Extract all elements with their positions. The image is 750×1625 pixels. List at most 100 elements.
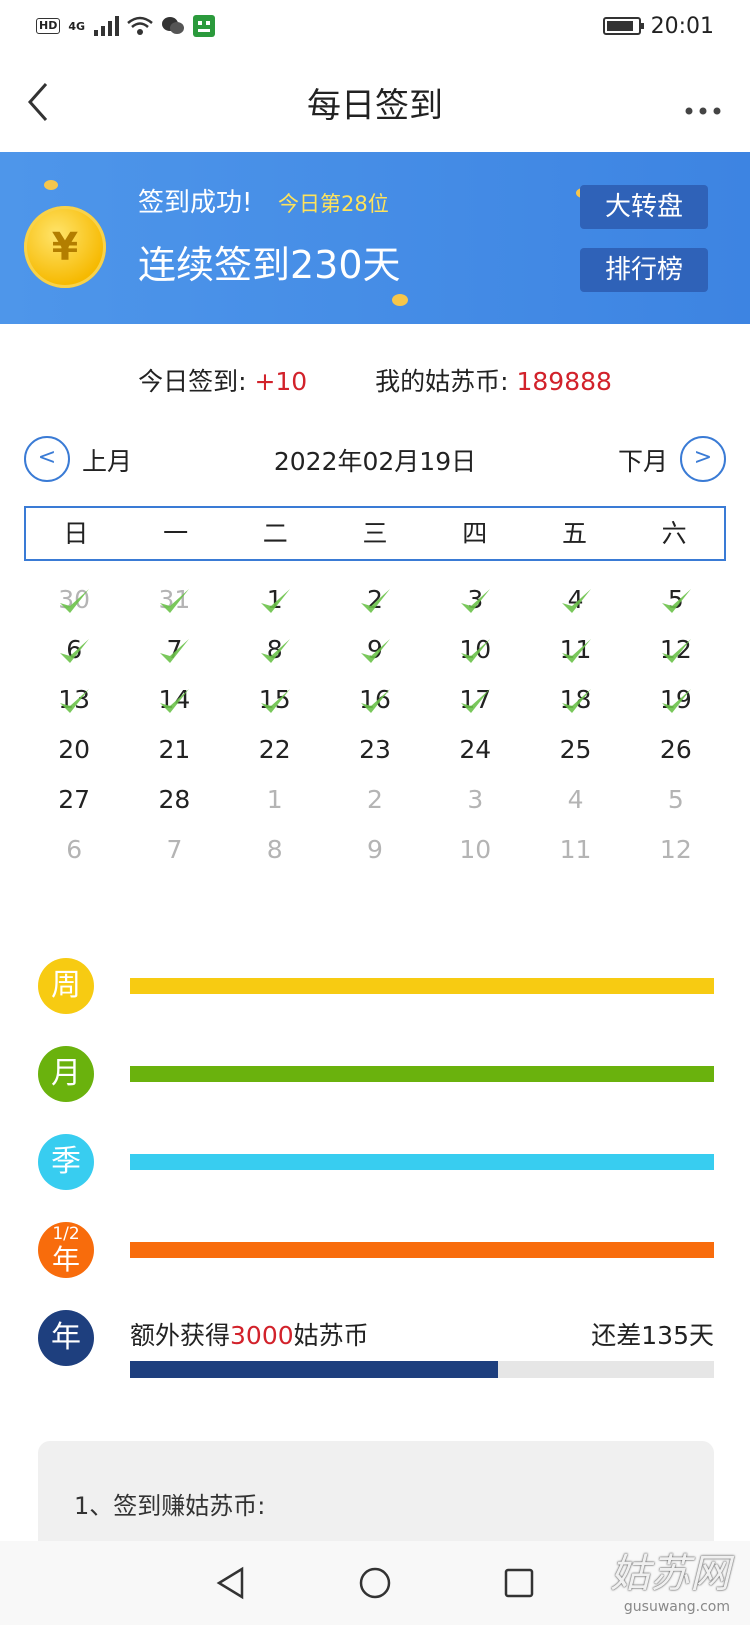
calendar-week-row: 13 14 15 16 17 18 19 — [24, 675, 726, 725]
hd-badge: HD — [36, 18, 61, 34]
calendar-day[interactable]: 25 — [525, 725, 625, 775]
calendar-day[interactable]: 16 — [325, 675, 425, 725]
calendar-day[interactable]: 6 — [24, 825, 124, 875]
calendar-day-number: 7 — [166, 835, 183, 864]
yearly-goal: 年 额外获得3000姑苏币 还差135天 — [0, 1310, 750, 1390]
calendar-day[interactable]: 26 — [626, 725, 726, 775]
calendar-day[interactable]: 1 — [225, 575, 325, 625]
calendar-day[interactable]: 10 — [425, 825, 525, 875]
lucky-wheel-button[interactable]: 大转盘 — [580, 185, 708, 229]
calendar-day-number: 21 — [158, 735, 191, 764]
year-badge: 年 — [38, 1310, 94, 1366]
checked-in-icon — [561, 689, 591, 713]
calendar-day[interactable]: 4 — [525, 775, 625, 825]
app-icon — [193, 15, 216, 37]
leaderboard-button[interactable]: 排行榜 — [580, 248, 708, 292]
calendar-week-row: 6 7 8 9 10 11 12 — [24, 625, 726, 675]
calendar-day[interactable]: 7 — [124, 825, 224, 875]
calendar-day[interactable]: 20 — [24, 725, 124, 775]
calendar-day-number: 8 — [266, 835, 283, 864]
weekday-label: 六 — [661, 519, 687, 548]
calendar-day[interactable]: 4 — [525, 575, 625, 625]
calendar-day[interactable]: 28 — [124, 775, 224, 825]
calendar-day[interactable]: 1 — [225, 775, 325, 825]
clock: 20:01 — [650, 13, 714, 39]
calendar-day[interactable]: 17 — [425, 675, 525, 725]
back-triangle-icon[interactable] — [214, 1566, 248, 1600]
year-days-remaining: 还差135天 — [591, 1321, 714, 1350]
half-year-fraction: 1/2 — [52, 1224, 80, 1244]
calendar-day[interactable]: 5 — [626, 775, 726, 825]
month-badge: 月 — [38, 1046, 94, 1102]
checkin-success-text: 签到成功! — [138, 188, 253, 218]
checked-in-icon — [360, 639, 390, 663]
calendar-week-row: 20 21 22 23 24 25 26 — [24, 725, 726, 775]
year-reward-amount: 3000 — [230, 1321, 294, 1350]
calendar-day[interactable]: 2 — [325, 575, 425, 625]
checked-in-icon — [260, 639, 290, 663]
calendar-day[interactable]: 18 — [525, 675, 625, 725]
half-year-unit: 年 — [51, 1243, 80, 1276]
home-circle-icon[interactable] — [358, 1566, 392, 1600]
calendar-day[interactable]: 5 — [626, 575, 726, 625]
calendar-day[interactable]: 22 — [225, 725, 325, 775]
calendar-day-number: 10 — [459, 835, 492, 864]
next-month-label[interactable]: 下月 — [618, 442, 668, 478]
calendar-day[interactable]: 8 — [225, 825, 325, 875]
calendar-day[interactable]: 7 — [124, 625, 224, 675]
checked-in-icon — [160, 689, 190, 713]
calendar-day-number: 6 — [66, 835, 83, 864]
calendar-day[interactable]: 24 — [425, 725, 525, 775]
month-navigation: < 上月 2022年02月19日 下月 > — [0, 436, 750, 486]
calendar-day[interactable]: 3 — [425, 575, 525, 625]
streak-days: 连续签到230天 — [138, 243, 401, 287]
checked-in-icon — [561, 589, 591, 613]
recents-square-icon[interactable] — [502, 1566, 536, 1600]
year-progress-fill — [130, 1361, 498, 1378]
quarter-progress-bar — [130, 1154, 714, 1170]
more-dots-icon — [685, 107, 721, 115]
more-button[interactable] — [684, 90, 722, 123]
calendar-day[interactable]: 8 — [225, 625, 325, 675]
calendar-day[interactable]: 11 — [525, 825, 625, 875]
calendar-day[interactable]: 2 — [325, 775, 425, 825]
coin-icon: ¥ — [24, 206, 106, 288]
year-progress-track — [130, 1361, 714, 1378]
month-progress-bar — [130, 1066, 714, 1082]
weekday-label: 五 — [561, 519, 587, 548]
system-navigation-bar: 姑苏网 gusuwang.com — [0, 1541, 750, 1625]
calendar-day[interactable]: 9 — [325, 625, 425, 675]
calendar-day[interactable]: 6 — [24, 625, 124, 675]
calendar-day-number: 27 — [58, 785, 91, 814]
calendar-day[interactable]: 31 — [124, 575, 224, 625]
calendar-day[interactable]: 12 — [626, 825, 726, 875]
calendar-day[interactable]: 3 — [425, 775, 525, 825]
calendar-day[interactable]: 30 — [24, 575, 124, 625]
rule-item: 1、签到赚姑苏币: — [74, 1492, 266, 1520]
monthly-goal: 月 — [0, 1046, 750, 1106]
calendar-day[interactable]: 27 — [24, 775, 124, 825]
calendar-day[interactable]: 23 — [325, 725, 425, 775]
checkin-summary: 今日签到: +10 我的姑苏币: 189888 — [0, 362, 750, 398]
calendar-day[interactable]: 21 — [124, 725, 224, 775]
calendar-day[interactable]: 13 — [24, 675, 124, 725]
calendar-day[interactable]: 14 — [124, 675, 224, 725]
calendar-day-number: 4 — [567, 785, 584, 814]
checked-in-icon — [60, 589, 90, 613]
checked-in-icon — [60, 689, 90, 713]
calendar-day[interactable]: 9 — [325, 825, 425, 875]
page-title: 每日签到 — [307, 86, 443, 126]
coin-dot — [392, 294, 408, 306]
calendar-day[interactable]: 19 — [626, 675, 726, 725]
quarterly-goal: 季 — [0, 1134, 750, 1194]
calendar-week-row: 30 31 1 2 3 4 5 — [24, 575, 726, 625]
year-reward-post: 姑苏币 — [293, 1321, 369, 1350]
calendar-day[interactable]: 15 — [225, 675, 325, 725]
calendar-day-number: 2 — [367, 785, 383, 814]
weekday-header: 日 一 二 三 四 五 六 — [24, 506, 726, 561]
calendar-day-number: 28 — [158, 785, 191, 814]
calendar-day[interactable]: 11 — [525, 625, 625, 675]
calendar-day[interactable]: 10 — [425, 625, 525, 675]
next-month-button[interactable]: > — [680, 436, 726, 482]
calendar-day[interactable]: 12 — [626, 625, 726, 675]
